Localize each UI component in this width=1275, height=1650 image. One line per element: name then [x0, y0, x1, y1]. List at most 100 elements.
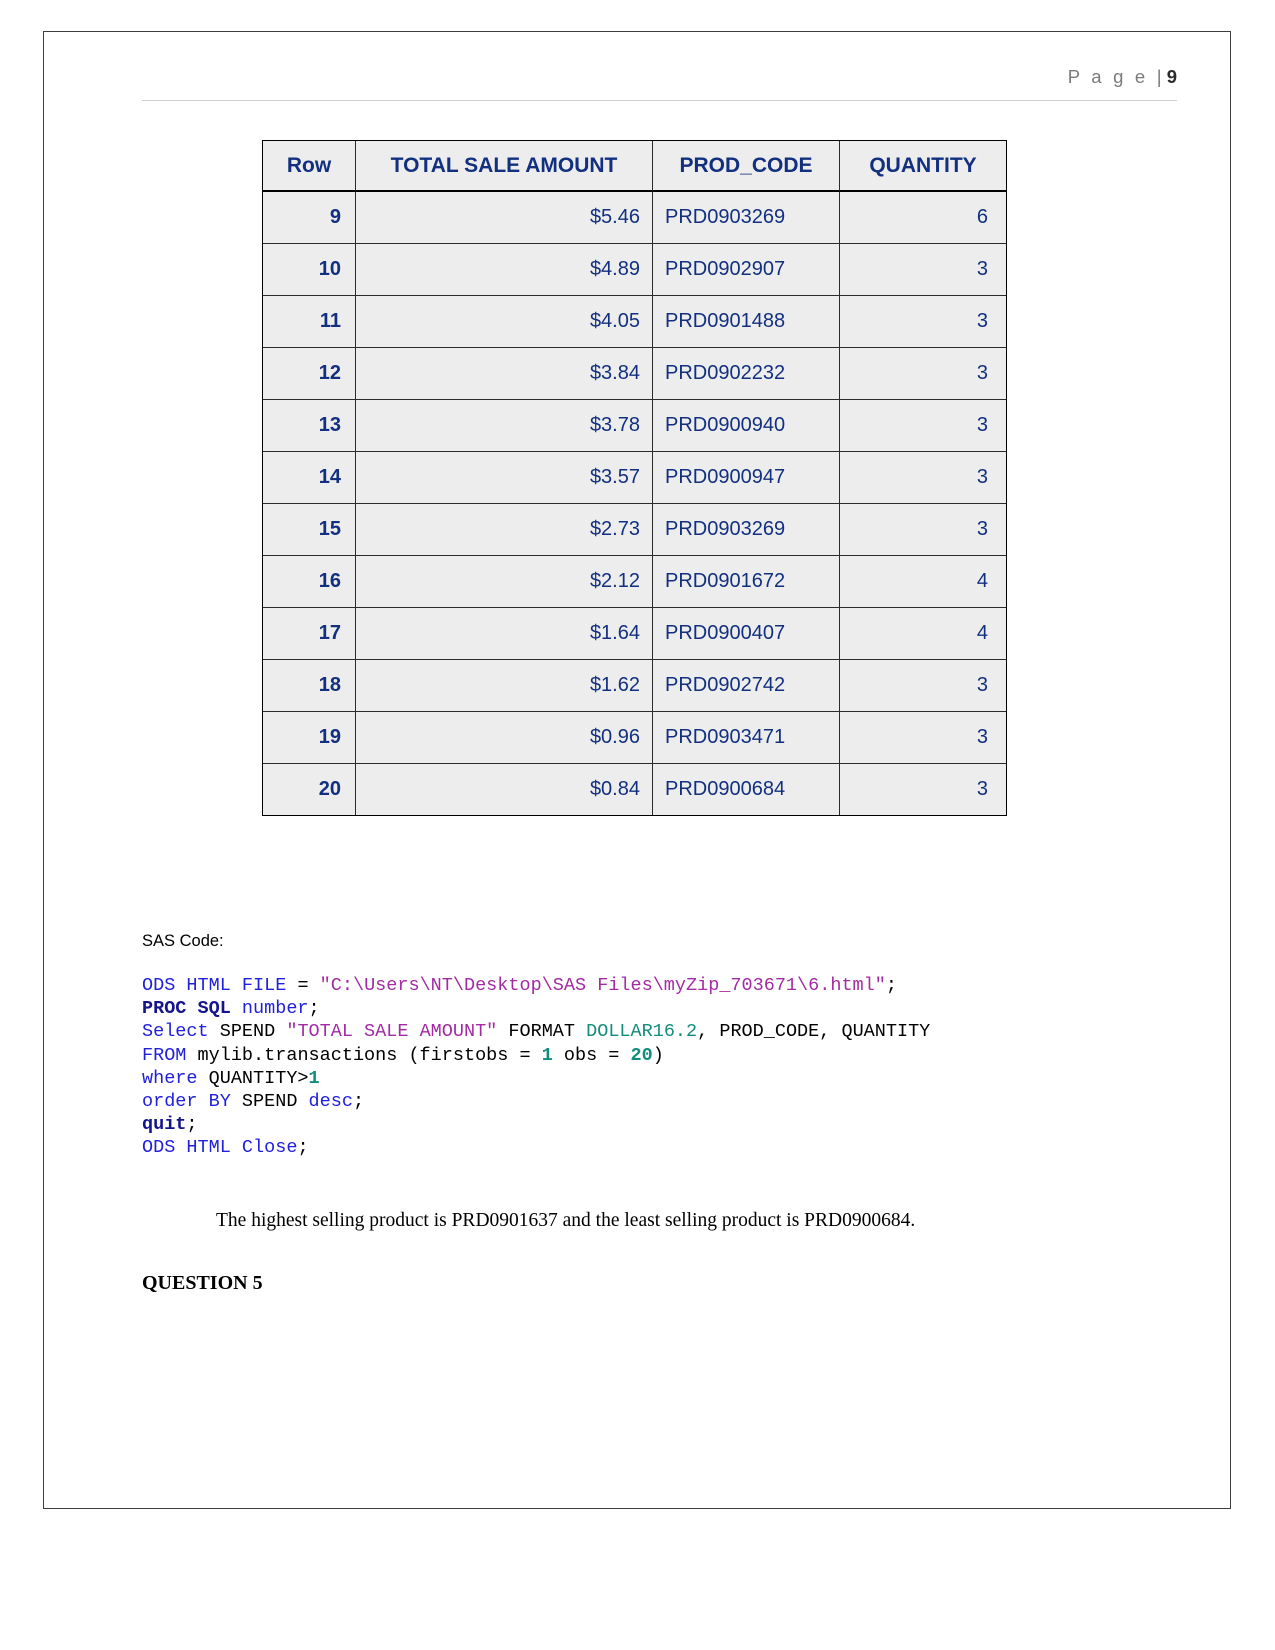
- table-header-row: Row TOTAL SALE AMOUNT PROD_CODE QUANTITY: [263, 141, 1006, 192]
- cell-quantity: 3: [840, 764, 1006, 815]
- code-token: QUANTITY>: [197, 1067, 309, 1089]
- sas-code-line: ODS HTML FILE = "C:\Users\NT\Desktop\SAS…: [142, 974, 930, 997]
- cell-row: 11: [263, 296, 356, 348]
- page-header-separator: |: [1156, 66, 1167, 87]
- column-header-prod-code: PROD_CODE: [653, 141, 840, 192]
- cell-prod-code: PRD0900940: [653, 400, 840, 452]
- code-token: quit: [142, 1114, 187, 1136]
- table-header: Row TOTAL SALE AMOUNT PROD_CODE QUANTITY: [263, 141, 1006, 192]
- question-heading: QUESTION 5: [142, 1272, 263, 1294]
- cell-prod-code: PRD0901672: [653, 556, 840, 608]
- code-token: desc: [308, 1091, 353, 1113]
- cell-quantity: 6: [840, 192, 1006, 244]
- table-row: 14 $3.57 PRD0900947 3: [263, 452, 1006, 504]
- page-content-area: P a g e | 9 Row TOTAL SALE AMOUNT PROD_C…: [44, 32, 1230, 1508]
- code-token: SPEND: [208, 1021, 287, 1043]
- sas-code-block: ODS HTML FILE = "C:\Users\NT\Desktop\SAS…: [142, 974, 930, 1160]
- cell-prod-code: PRD0902742: [653, 660, 840, 712]
- code-token: Select: [142, 1021, 209, 1043]
- code-token: mylib.transactions (firstobs =: [186, 1044, 542, 1066]
- header-divider-rule: [142, 100, 1177, 101]
- cell-amount: $4.05: [356, 296, 653, 348]
- cell-prod-code: PRD0902232: [653, 348, 840, 400]
- table-row: 20 $0.84 PRD0900684 3: [263, 764, 1006, 815]
- code-token: FORMAT: [497, 1021, 587, 1043]
- code-token: =: [297, 975, 320, 996]
- sas-output-table-container: Row TOTAL SALE AMOUNT PROD_CODE QUANTITY…: [262, 140, 1007, 816]
- sas-code-line: Select SPEND "TOTAL SALE AMOUNT" FORMAT …: [142, 1020, 930, 1043]
- cell-quantity: 3: [840, 712, 1006, 764]
- sas-code-line: PROC SQL number;: [142, 997, 930, 1020]
- sas-code-line: where QUANTITY>1: [142, 1067, 930, 1090]
- cell-quantity: 3: [840, 452, 1006, 504]
- cell-quantity: 4: [840, 556, 1006, 608]
- cell-row: 14: [263, 452, 356, 504]
- cell-row: 17: [263, 608, 356, 660]
- cell-amount: $2.73: [356, 504, 653, 556]
- cell-prod-code: PRD0900407: [653, 608, 840, 660]
- code-token: ODS HTML FILE: [142, 975, 298, 996]
- cell-amount: $4.89: [356, 244, 653, 296]
- table-row: 11 $4.05 PRD0901488 3: [263, 296, 1006, 348]
- table-row: 18 $1.62 PRD0902742 3: [263, 660, 1006, 712]
- code-token: , PROD_CODE, QUANTITY: [697, 1021, 931, 1043]
- column-header-row: Row: [263, 141, 356, 192]
- cell-quantity: 3: [840, 400, 1006, 452]
- table-row: 15 $2.73 PRD0903269 3: [263, 504, 1006, 556]
- cell-row: 9: [263, 192, 356, 244]
- code-token: ;: [308, 998, 320, 1020]
- cell-quantity: 3: [840, 244, 1006, 296]
- table-row: 19 $0.96 PRD0903471 3: [263, 712, 1006, 764]
- cell-amount: $3.78: [356, 400, 653, 452]
- code-token: order BY: [142, 1091, 231, 1113]
- cell-amount: $1.62: [356, 660, 653, 712]
- code-token: "C:\Users\NT\Desktop\SAS Files\myZip_703…: [319, 975, 886, 996]
- code-token: "TOTAL SALE AMOUNT": [286, 1021, 498, 1043]
- code-token: ;: [352, 1091, 365, 1113]
- cell-prod-code: PRD0903269: [653, 504, 840, 556]
- cell-quantity: 3: [840, 348, 1006, 400]
- code-token: ;: [885, 975, 897, 996]
- code-token: SPEND: [230, 1091, 309, 1113]
- cell-prod-code: PRD0903269: [653, 192, 840, 244]
- cell-quantity: 3: [840, 504, 1006, 556]
- code-token: FROM: [142, 1044, 187, 1066]
- cell-amount: $0.96: [356, 712, 653, 764]
- table-body: 9 $5.46 PRD0903269 6 10 $4.89 PRD0902907 3 11 $4.…: [263, 192, 1006, 815]
- cell-row: 15: [263, 504, 356, 556]
- code-token: 1: [308, 1067, 320, 1089]
- table-row: 16 $2.12 PRD0901672 4: [263, 556, 1006, 608]
- code-token: number: [241, 998, 309, 1020]
- page-header: P a g e | 9: [142, 66, 1177, 88]
- page-header-label: P a g e: [1067, 66, 1157, 87]
- cell-amount: $1.64: [356, 608, 653, 660]
- code-token: DOLLAR16.2: [586, 1021, 698, 1043]
- table-row: 10 $4.89 PRD0902907 3: [263, 244, 1006, 296]
- cell-amount: $5.46: [356, 192, 653, 244]
- cell-row: 18: [263, 660, 356, 712]
- cell-amount: $3.57: [356, 452, 653, 504]
- sas-output-table: Row TOTAL SALE AMOUNT PROD_CODE QUANTITY…: [262, 140, 1007, 816]
- table-row: 17 $1.64 PRD0900407 4: [263, 608, 1006, 660]
- cell-row: 20: [263, 764, 356, 815]
- cell-prod-code: PRD0902907: [653, 244, 840, 296]
- code-token: ): [652, 1044, 664, 1066]
- cell-prod-code: PRD0900684: [653, 764, 840, 815]
- sas-code-line: FROM mylib.transactions (firstobs = 1 ob…: [142, 1044, 930, 1067]
- sas-code-line: ODS HTML Close;: [142, 1136, 930, 1159]
- cell-prod-code: PRD0900947: [653, 452, 840, 504]
- cell-row: 16: [263, 556, 356, 608]
- table-row: 13 $3.78 PRD0900940 3: [263, 400, 1006, 452]
- column-header-quantity: QUANTITY: [840, 141, 1006, 192]
- cell-quantity: 3: [840, 660, 1006, 712]
- sas-code-line: quit;: [142, 1113, 930, 1136]
- code-token: 1: [541, 1044, 553, 1066]
- cell-row: 12: [263, 348, 356, 400]
- cell-row: 19: [263, 712, 356, 764]
- cell-prod-code: PRD0903471: [653, 712, 840, 764]
- column-header-amount: TOTAL SALE AMOUNT: [356, 141, 653, 192]
- code-token: ;: [297, 1137, 309, 1159]
- table-row: 12 $3.84 PRD0902232 3: [263, 348, 1006, 400]
- cell-row: 10: [263, 244, 356, 296]
- cell-row: 13: [263, 400, 356, 452]
